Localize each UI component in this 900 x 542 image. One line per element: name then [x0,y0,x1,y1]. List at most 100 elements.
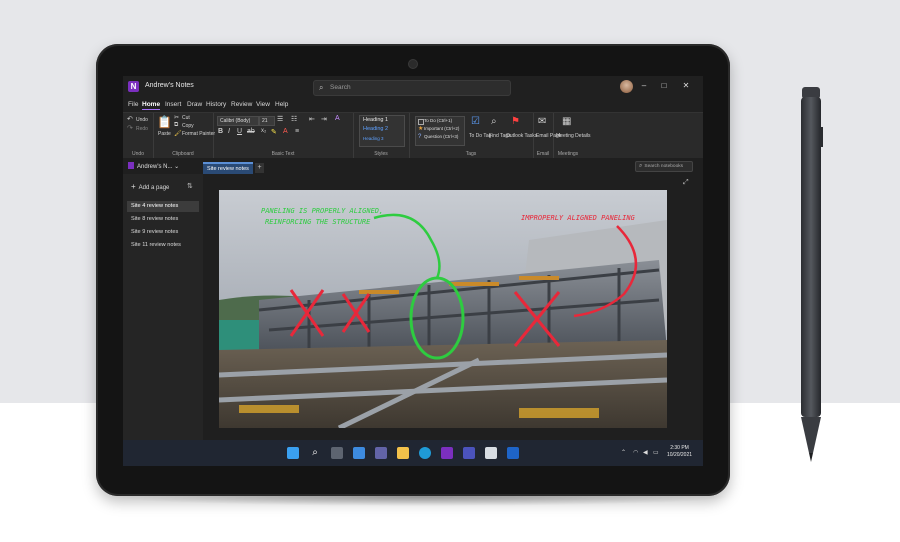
decrease-indent-icon[interactable]: ⇤ [309,115,315,123]
ribbon-group-clipboard: 📋 Paste ✂ Cut ⧉ Copy 🖌 Format Painter Cl… [153,113,215,159]
tag-todo[interactable]: To Do (Ctrl+1) [416,117,464,125]
highlight-icon[interactable]: ✎ [271,128,277,136]
task-view-icon[interactable] [331,447,343,459]
underline-icon[interactable]: U [237,128,242,135]
menu-file[interactable]: File [128,101,138,108]
calendar-icon: ▦ [562,116,572,127]
teams-chat-icon[interactable] [375,447,387,459]
group-label-undo: Undo [132,151,144,157]
search-icon[interactable]: ⌕ [309,447,321,459]
outlook-icon[interactable] [507,447,519,459]
font-color-icon[interactable]: A [283,128,288,135]
title-bar: N Andrew's Notes ⌕ Search – □ ✕ [123,76,703,98]
search-notebooks-input[interactable]: ⌕ Search notebooks [635,161,693,172]
sort-icon[interactable]: ⇅ [187,182,193,190]
minimize-button[interactable]: – [637,81,651,90]
stylus-pen [801,87,823,462]
bold-icon[interactable]: B [218,128,223,135]
subscript-icon[interactable]: x₂ [261,128,266,134]
chevron-down-icon: ⌄ [174,164,180,170]
menu-home[interactable]: Home [142,101,161,110]
onenote-icon[interactable] [441,447,453,459]
notebook-selector[interactable]: Andrew's N... ⌄ [128,162,179,170]
numbering-icon[interactable]: ☷ [291,115,297,123]
outlook-tasks-icon[interactable]: ⚑ [511,116,520,127]
undo-icon: ↶ [127,116,133,123]
increase-indent-icon[interactable]: ⇥ [321,115,327,123]
menu-help[interactable]: Help [275,101,288,108]
tablet-device: N Andrew's Notes ⌕ Search – □ ✕ File Hom… [96,44,730,496]
font-family-select[interactable]: Calibri (Body) [217,116,259,126]
onenote-logo-icon: N [128,81,139,92]
add-page-button[interactable]: + Add a page [131,182,169,191]
menu-insert[interactable]: Insert [165,101,181,108]
close-button[interactable]: ✕ [679,81,693,90]
style-heading-3[interactable]: Heading 3 [360,134,404,143]
format-painter-button[interactable]: Format Painter [182,131,215,137]
style-heading-1[interactable]: Heading 1 [360,116,404,125]
battery-icon[interactable]: ▭ [653,449,659,456]
question-icon: ? [418,134,422,140]
chevron-up-icon[interactable]: ⌃ [621,449,626,456]
menu-history[interactable]: History [206,101,226,108]
menu-draw[interactable]: Draw [187,101,202,108]
green-note-line-1: PANELING IS PROPERLY ALIGNED, [261,207,383,215]
menu-review[interactable]: Review [231,101,252,108]
tag-important[interactable]: ★ Important (Ctrl+2) [416,125,464,133]
undo-button[interactable]: Undo [136,117,148,123]
search-icon: ⌕ [319,83,324,92]
expand-icon[interactable]: ⤢ [683,179,689,187]
find-tags-icon[interactable]: ⌕ [491,116,497,127]
copy-icon: ⧉ [174,122,179,128]
menu-view[interactable]: View [256,101,270,108]
align-icon[interactable]: ≡ [295,128,299,135]
meeting-details-button[interactable]: Meeting Details [556,133,590,139]
format-painter-icon: 🖌 [174,131,182,137]
group-label-email: Email [536,151,550,157]
edge-icon[interactable] [419,447,431,459]
construction-photo: PANELING IS PROPERLY ALIGNED, REINFORCIN… [219,190,667,428]
ribbon-group-undo: ↶ Undo ↷ Redo Undo [123,113,154,159]
green-note-line-2: REINFORCING THE STRUCTURE [265,218,371,226]
page-item-site-8[interactable]: Site 8 review notes [127,214,199,225]
notebook-bar: Andrew's N... ⌄ Site review notes + ⌕ Sea… [123,158,703,176]
tag-question[interactable]: ? Question (Ctrl+3) [416,133,464,141]
user-avatar[interactable] [620,80,633,93]
clear-format-icon[interactable]: A [335,115,340,122]
page-item-site-11[interactable]: Site 11 review notes [127,240,199,251]
add-section-button[interactable]: + [255,163,264,173]
paste-icon: 📋 [157,115,172,129]
tags-gallery[interactable]: To Do (Ctrl+1) ★ Important (Ctrl+2) ? Ques… [415,116,465,146]
group-label-tags: Tags [465,151,477,157]
todo-tag-icon[interactable]: ☑ [471,116,480,127]
search-icon: ⌕ [639,163,643,169]
volume-icon[interactable]: ◀ [643,449,648,456]
notebook-icon [128,162,134,169]
cut-icon: ✂ [174,115,180,121]
font-size-select[interactable]: 21 [259,116,275,126]
system-clock[interactable]: 2:30 PM 10/20/2021 [667,445,692,459]
group-label-styles: Styles [374,151,388,157]
start-icon[interactable] [287,447,299,459]
copy-button[interactable]: Copy [182,123,194,129]
wifi-icon[interactable]: ◠ [633,449,638,456]
red-note: IMPROPERLY ALIGNED PANELING [521,214,636,222]
strikethrough-icon[interactable]: ab [247,128,255,135]
search-box[interactable]: ⌕ Search [313,80,511,96]
page-item-site-4[interactable]: Site 4 review notes [127,201,199,212]
acrobat-icon[interactable] [485,447,497,459]
cut-button[interactable]: Cut [182,115,190,121]
page-item-site-9[interactable]: Site 9 review notes [127,227,199,238]
note-canvas[interactable]: ⤢ PANELING IS PROPERLY ALIGNED, REINFORC… [203,174,703,440]
clock-time: 2:30 PM [670,445,689,451]
maximize-button[interactable]: □ [657,81,671,90]
styles-gallery[interactable]: Heading 1 Heading 2 Heading 3 [359,115,405,147]
bullets-icon[interactable]: ☰ [277,115,283,123]
italic-icon[interactable]: I [228,128,230,135]
redo-button[interactable]: Redo [136,126,148,132]
widgets-icon[interactable] [353,447,365,459]
file-explorer-icon[interactable] [397,447,409,459]
style-heading-2[interactable]: Heading 2 [360,125,404,134]
teams-icon[interactable] [463,447,475,459]
paste-button[interactable]: Paste [158,131,171,137]
